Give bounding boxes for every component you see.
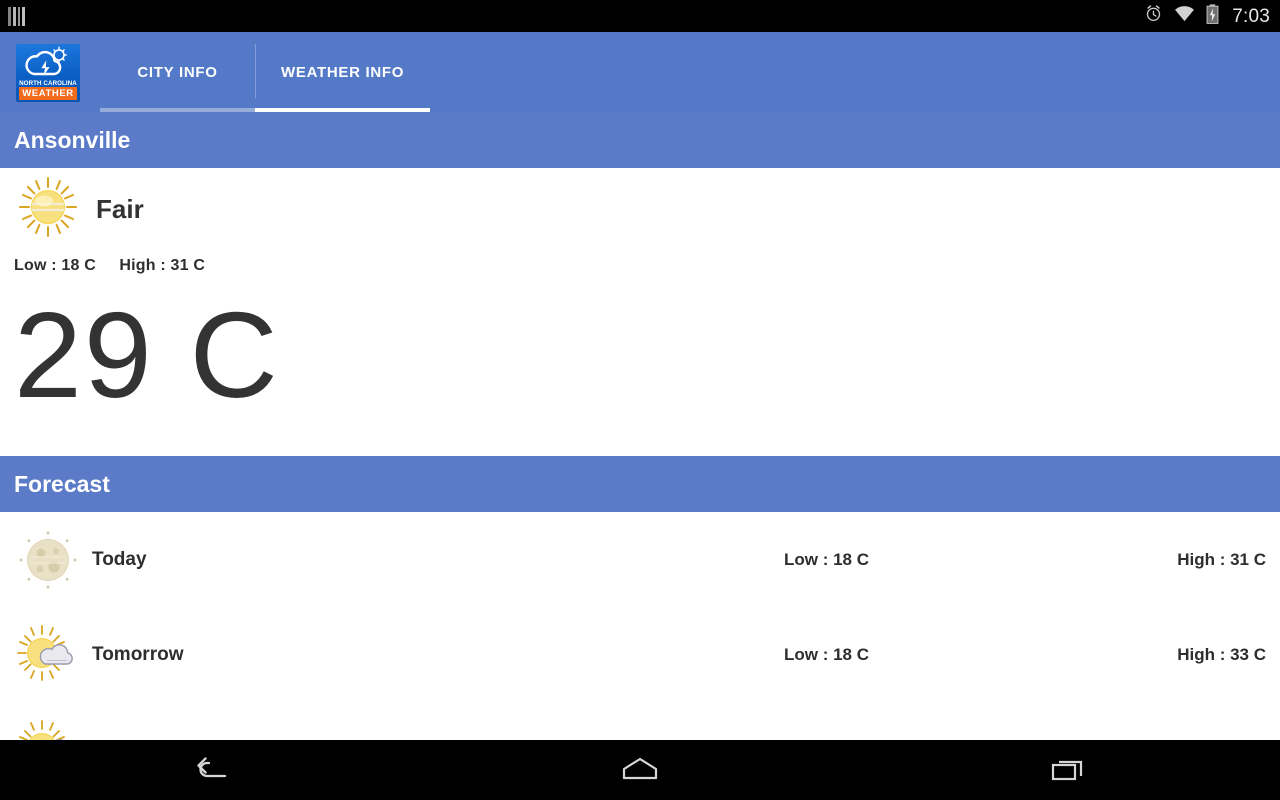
city-header: Ansonville bbox=[0, 112, 1280, 168]
sun-icon bbox=[14, 176, 82, 243]
forecast-low-label: Low : 18 C bbox=[784, 549, 870, 569]
full-moon-icon bbox=[14, 528, 82, 592]
city-name: Ansonville bbox=[14, 126, 131, 153]
action-bar: NORTH CAROLINA WEATHER CITY INFO WEATHER… bbox=[0, 32, 1280, 112]
current-temperature: 29 C bbox=[14, 287, 280, 423]
current-condition-row: Fair bbox=[0, 168, 1280, 243]
current-low-label: Low : 18 C bbox=[14, 257, 97, 274]
home-button[interactable] bbox=[427, 740, 854, 800]
forecast-high-label: High : 31 C bbox=[1177, 549, 1266, 569]
tab-weather-info[interactable]: WEATHER INFO bbox=[255, 32, 431, 112]
logo-banner-text: WEATHER bbox=[19, 87, 77, 100]
status-bar-left-icons bbox=[8, 6, 25, 26]
status-bar-clock: 7:03 bbox=[1232, 5, 1270, 27]
forecast-row[interactable]: Tomorrow Low : 18 C High : 33 C bbox=[0, 607, 1280, 702]
forecast-row[interactable]: Wednesday Low : 18 C High : 32 C bbox=[0, 702, 1280, 740]
forecast-day-label: Tomorrow bbox=[92, 643, 184, 665]
tab-city-info[interactable]: CITY INFO bbox=[100, 32, 255, 112]
current-high-label: High : 31 C bbox=[119, 257, 206, 274]
status-bar-right-icons: 7:03 bbox=[1144, 3, 1270, 29]
alarm-clock-icon bbox=[1144, 4, 1163, 28]
wifi-icon bbox=[1174, 5, 1195, 27]
notification-bars-icon bbox=[8, 6, 25, 26]
tab-weather-info-label: WEATHER INFO bbox=[281, 63, 405, 81]
app-logo[interactable]: NORTH CAROLINA WEATHER bbox=[16, 44, 80, 102]
forecast-row[interactable]: Today Low : 18 C High : 31 C bbox=[0, 512, 1280, 607]
forecast-high-label: High : 33 C bbox=[1177, 644, 1266, 664]
tab-city-info-label: CITY INFO bbox=[137, 63, 218, 81]
current-low-high: Low : 18 C High : 31 C bbox=[0, 243, 1280, 275]
forecast-low-label: Low : 18 C bbox=[784, 644, 870, 664]
battery-charging-icon bbox=[1206, 3, 1219, 29]
logo-state-text: NORTH CAROLINA bbox=[19, 80, 77, 87]
forecast-list[interactable]: Today Low : 18 C High : 31 C Tomorrow Lo… bbox=[0, 512, 1280, 740]
forecast-title: Forecast bbox=[14, 470, 110, 497]
current-condition-text: Fair bbox=[96, 194, 144, 224]
forecast-header: Forecast bbox=[0, 456, 1280, 512]
android-navigation-bar bbox=[0, 740, 1280, 800]
current-conditions-panel: Fair Low : 18 C High : 31 C 29 C bbox=[0, 168, 1280, 456]
sun-behind-cloud-icon bbox=[14, 718, 82, 740]
cloud-sun-lightning-icon bbox=[16, 46, 80, 79]
android-status-bar: 7:03 bbox=[0, 0, 1280, 32]
tab-bar: CITY INFO WEATHER INFO bbox=[100, 32, 431, 112]
weather-app-screen: 7:03 NORTH CAROLINA WEATHER CITY INFO WE… bbox=[0, 0, 1280, 800]
recents-button[interactable] bbox=[853, 740, 1280, 800]
sun-behind-cloud-icon bbox=[14, 623, 82, 687]
forecast-day-label: Today bbox=[92, 548, 147, 570]
back-button[interactable] bbox=[0, 740, 427, 800]
